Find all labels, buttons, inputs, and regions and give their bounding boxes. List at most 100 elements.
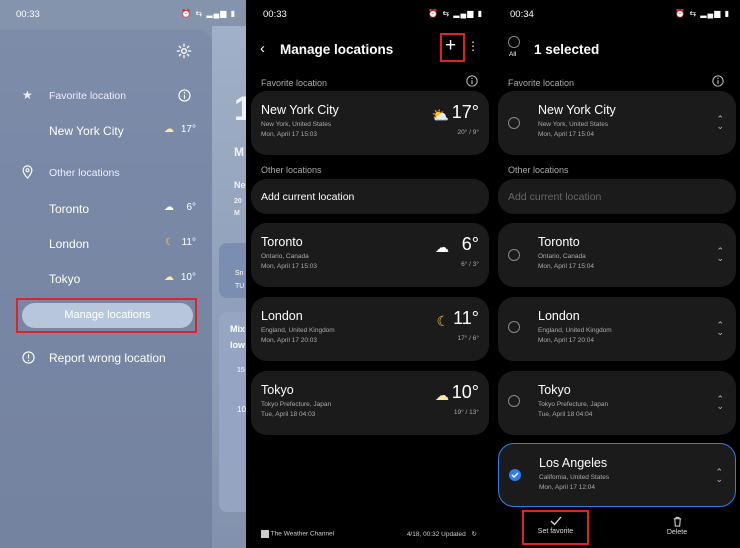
star-icon: ★ [22,88,33,102]
moon-icon: ☾ [165,237,174,248]
city-date: Mon, April 17 15:03 [261,131,318,138]
city-date: Mon, April 17 20:04 [538,337,595,344]
last-updated: 4/18, 00:32 Updated ↻ [407,530,477,538]
city-region: Ontario, Canada [261,253,309,260]
add-current-location-item: Add current location [498,179,736,214]
city-date: Mon, April 17 12:04 [539,484,596,491]
city-name: Toronto [261,235,303,249]
select-checkbox-checked[interactable] [509,469,521,481]
set-favorite-label: Set favorite [537,528,574,535]
location-card-favorite[interactable]: New York City New York, United States Mo… [251,91,489,155]
select-checkbox[interactable] [508,117,520,129]
status-icons: ⏰ ⇆ ▂▄▆ ▮ [428,9,483,18]
city-region: Tokyo Prefecture, Japan [261,401,332,408]
footer-updated: 4/18, 00:32 Updated [406,531,466,538]
favorite-location-heading: Favorite location [508,78,575,88]
info-icon[interactable] [712,75,724,87]
bg-text: Sn [235,270,244,277]
city-date: Mon, April 17 15:03 [261,263,318,270]
check-icon [550,516,561,526]
alert-icon [22,351,35,364]
location-pin-icon [22,165,33,179]
city-temp: 6° [461,234,479,254]
bg-text: 20 [234,198,242,205]
status-time: 00:34 [510,9,534,20]
location-card[interactable]: Toronto Ontario, Canada Mon, April 17 15… [251,223,489,287]
cloud-icon: ☁ [164,202,174,213]
city-temp: 10° [451,382,479,402]
location-card-favorite[interactable]: New York City New York, United States Mo… [498,91,736,155]
city-name: New York City [538,103,616,117]
city-date: Mon, April 17 20:03 [261,337,318,344]
set-favorite-button[interactable]: Set favorite [524,516,587,535]
bg-text: M [234,210,240,217]
drawer-item-toronto[interactable]: Toronto ☁ 6° [0,202,212,218]
city-temp: 11° [453,308,479,328]
weather-channel-logo [261,530,269,538]
reorder-handle-icon[interactable]: ⌃ ⌄ [716,395,724,411]
bg-text: M [234,145,244,159]
select-all-checkbox[interactable] [508,36,520,48]
location-card[interactable]: Tokyo Tokyo Prefecture, Japan Tue, April… [498,371,736,435]
status-time: 00:33 [16,9,40,20]
check-icon [511,472,519,479]
status-bar: 00:34 ⏰ ⇆ ▂▄▆ ▮ [494,0,740,26]
city-name: London [261,309,303,323]
select-checkbox[interactable] [508,321,520,333]
drawer-item-favorite-city[interactable]: New York City ☁ 17° [0,124,212,140]
city-temp: 17° [451,102,479,122]
weather-channel-credit[interactable]: The Weather Channel [261,530,334,538]
drawer-item-london[interactable]: London ☾ 11° [0,237,212,253]
select-checkbox[interactable] [508,249,520,261]
city-region: England, United Kingdom [538,327,612,334]
city-region: England, United Kingdom [261,327,335,334]
city-hilo: 6° / 3° [461,261,479,268]
city-region: California, United States [539,474,610,481]
city-name: Toronto [538,235,580,249]
refresh-icon[interactable]: ↻ [472,531,477,538]
info-icon[interactable] [466,75,478,87]
bg-text: Mix [230,324,246,334]
city-region: New York, United States [538,121,609,128]
cloud-icon: ☁ [164,272,174,283]
reorder-handle-icon[interactable]: ⌃ ⌄ [715,468,723,484]
more-options-icon[interactable]: · · · [470,35,476,56]
moon-icon: ☾ [436,313,449,329]
add-current-location-item[interactable]: Add current location [251,179,489,214]
location-card[interactable]: Toronto Ontario, Canada Mon, April 17 15… [498,223,736,287]
status-bar: 00:33 ⏰ ⇆ ▂▄▆ ▮ [247,0,493,26]
bg-card: Mix low 15 10 [219,312,246,512]
city-name: New York City [261,103,339,117]
bg-text: 10 [237,405,246,414]
back-icon[interactable]: ‹ [260,40,265,57]
info-icon[interactable] [178,89,191,102]
city-date: Tue, April 18 04:04 [538,411,593,418]
reorder-handle-icon[interactable]: ⌃ ⌄ [716,115,724,131]
city-date: Mon, April 17 15:04 [538,263,595,270]
status-time: 00:33 [263,9,287,20]
city-region: Ontario, Canada [538,253,586,260]
city-date: Tue, April 18 04:03 [261,411,316,418]
report-wrong-location-item[interactable]: Report wrong location [0,351,212,367]
location-card[interactable]: London England, United Kingdom Mon, Apri… [251,297,489,361]
partly-cloudy-icon: ☁ [435,387,449,403]
delete-button[interactable]: Delete [652,516,702,536]
gear-icon[interactable] [176,43,192,59]
city-name: Los Angeles [539,456,608,470]
location-card[interactable]: London England, United Kingdom Mon, Apri… [498,297,736,361]
reorder-handle-icon[interactable]: ⌃ ⌄ [716,247,724,263]
reorder-handle-icon[interactable]: ⌃ ⌄ [716,321,724,337]
city-name: Tokyo [538,383,571,397]
manage-locations-screen: 00:33 ⏰ ⇆ ▂▄▆ ▮ ‹ Manage locations + · · ·… [247,0,493,548]
location-card-selected[interactable]: Los Angeles California, United States Mo… [498,443,736,507]
drawer-item-tokyo[interactable]: Tokyo ☁ 10° [0,272,212,288]
bg-text: 15 [237,367,245,374]
add-icon[interactable]: + [445,35,456,57]
select-checkbox[interactable] [508,395,520,407]
cloud-icon: ☁ [435,239,449,255]
location-card[interactable]: Tokyo Tokyo Prefecture, Japan Tue, April… [251,371,489,435]
drawer-screen: 1 M Ne 20 M Sn TU Mix low 15 10 00:33 ⏰ … [0,0,246,548]
bg-text: 1 [234,90,246,128]
manage-locations-button[interactable]: Manage locations [22,303,193,328]
favorite-location-heading: Favorite location [261,78,328,88]
